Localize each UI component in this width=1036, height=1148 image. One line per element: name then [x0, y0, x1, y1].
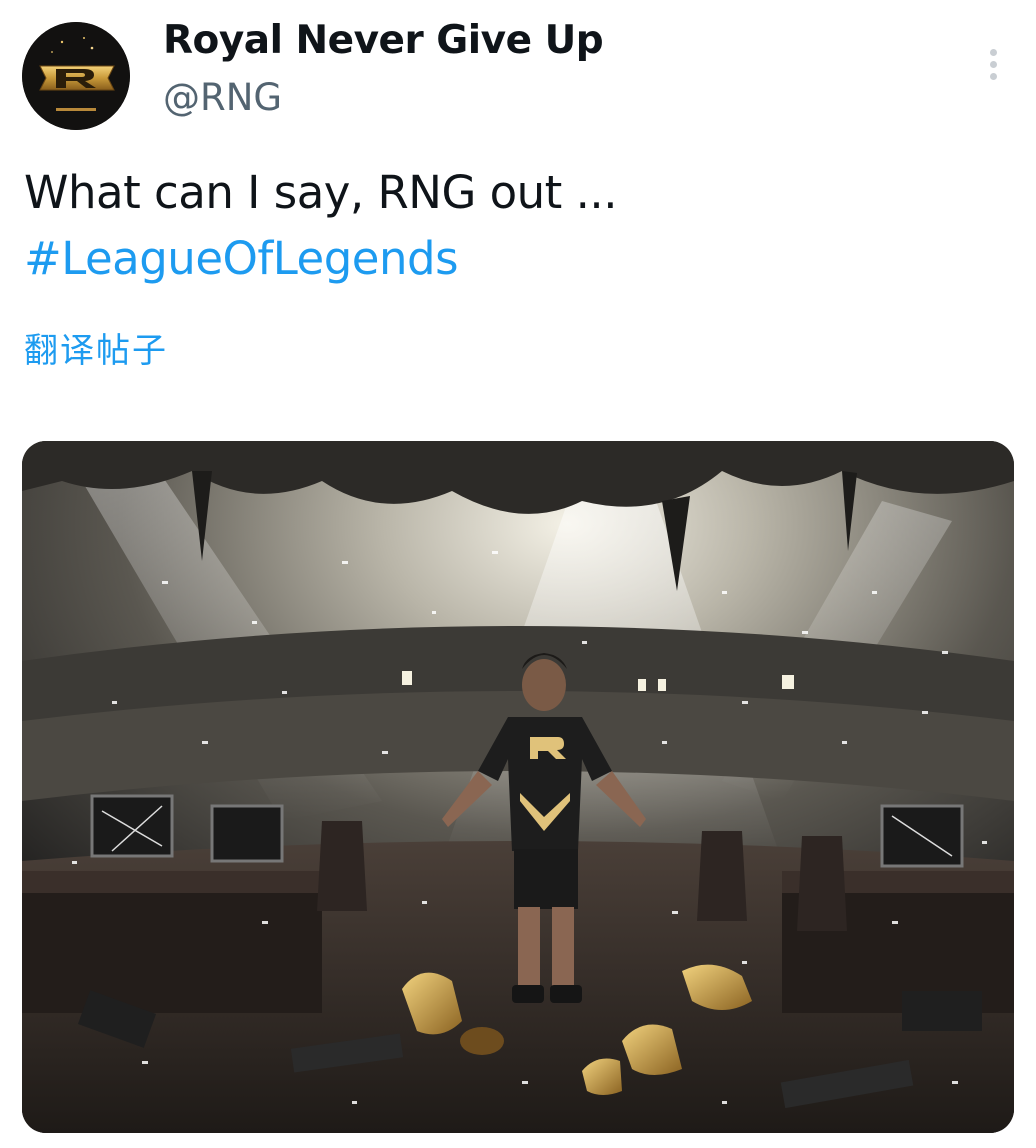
esports-arena-image	[22, 441, 1014, 1133]
display-name[interactable]: Royal Never Give Up	[163, 18, 604, 63]
more-vertical-icon	[989, 49, 997, 56]
tweet-text: What can I say, RNG out ... #LeagueOfLeg…	[24, 160, 618, 292]
hashtag-link[interactable]: #LeagueOfLegends	[24, 226, 617, 292]
translate-post-link[interactable]: 翻译帖子	[24, 323, 168, 372]
profile-avatar[interactable]	[22, 22, 130, 130]
more-vertical-icon-dot	[989, 73, 997, 80]
tweet-media-image[interactable]	[22, 441, 1014, 1133]
tweet-text-line: What can I say, RNG out ...	[24, 166, 618, 219]
more-options-button[interactable]	[978, 44, 1008, 90]
rng-logo-icon	[22, 22, 130, 130]
more-vertical-icon-dot	[989, 61, 997, 68]
tweet-card: Royal Never Give Up @RNG What can I say,…	[0, 0, 1036, 1148]
user-handle[interactable]: @RNG	[163, 76, 282, 119]
